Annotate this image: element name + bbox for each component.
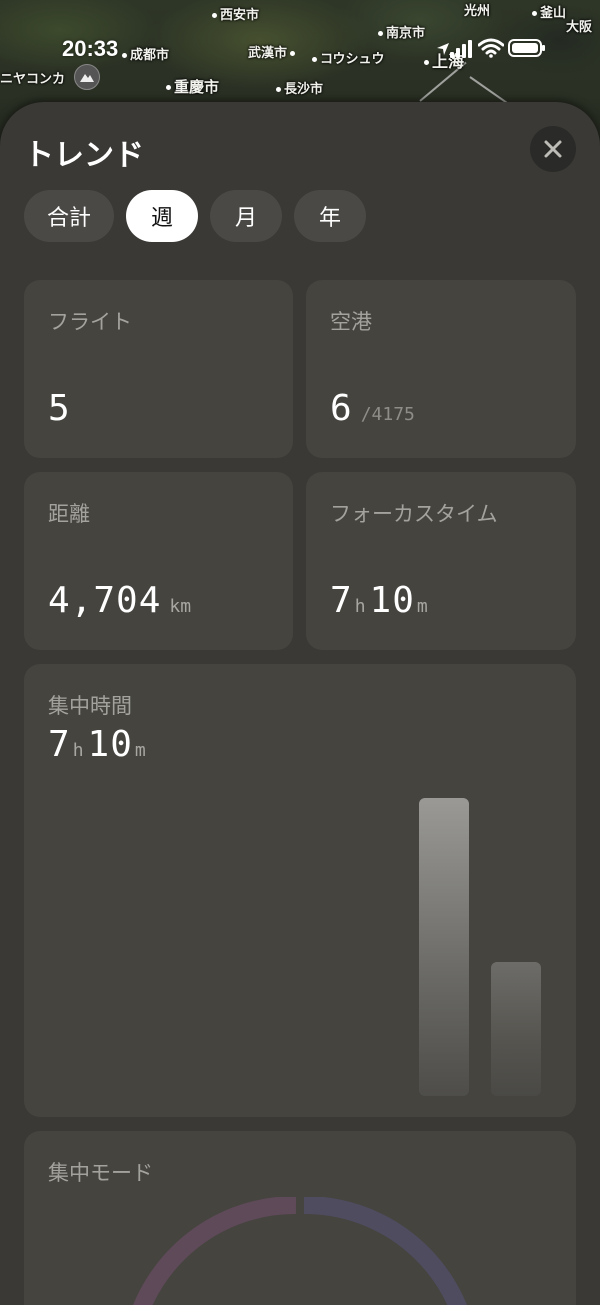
city-dot	[290, 51, 296, 56]
status-time: 20:33	[62, 36, 119, 61]
tab-total[interactable]: 合計	[24, 190, 115, 242]
map-label-busan[interactable]: 釜山	[532, 2, 566, 21]
flights-label: フライト	[48, 310, 132, 334]
focus-hours-hours: 7	[48, 724, 71, 765]
city-dot	[276, 87, 281, 92]
distance-card[interactable]: 距離 4,704 km	[24, 472, 293, 650]
tab-week[interactable]: 週	[126, 190, 199, 242]
flights-card[interactable]: フライト 5	[24, 280, 293, 458]
city-dot	[312, 57, 317, 62]
focus-time-card[interactable]: フォーカスタイム 7 h 10 m	[306, 472, 576, 650]
focus-hours-bar[interactable]	[419, 798, 469, 1096]
map-label-nanjing[interactable]: 南京市	[378, 22, 425, 41]
city-dot	[212, 13, 217, 18]
ring-segment-left	[133, 1197, 297, 1305]
airports-total: /4175	[360, 404, 415, 425]
status-icons	[436, 38, 556, 60]
map-label-hangzhou[interactable]: コウシュウ	[312, 48, 384, 67]
location-arrow-icon	[437, 43, 449, 55]
map-label-chengdu[interactable]: 成都市	[122, 44, 169, 63]
tab-year[interactable]: 年	[294, 190, 367, 242]
city-dot	[424, 60, 429, 65]
focus-hours-bar[interactable]	[491, 962, 541, 1096]
airports-label: 空港	[330, 310, 372, 334]
focus-hours-minutes: 10	[87, 724, 133, 765]
city-dot	[166, 85, 171, 90]
focus-time-label: フォーカスタイム	[330, 502, 498, 526]
focus-time-minutes: 10	[369, 580, 415, 621]
focus-mode-ring	[133, 1197, 467, 1305]
cellular-signal-icon	[450, 40, 472, 58]
period-tabs: 合計 週 月 年	[24, 190, 367, 242]
wifi-icon	[478, 38, 504, 58]
focus-time-hours: 7	[330, 580, 353, 621]
distance-label: 距離	[48, 502, 90, 526]
mountain-icon[interactable]	[74, 64, 100, 90]
map-label-guangzhou[interactable]: 光州	[464, 0, 490, 19]
map-label-nyainqentangla[interactable]: ニヤコンカ	[0, 68, 65, 87]
map-label-chongqing[interactable]: 重慶市	[166, 76, 219, 97]
city-dot	[532, 11, 537, 16]
flights-value: 5	[48, 388, 71, 429]
city-dot	[122, 53, 127, 58]
focus-time-hours-unit: h	[354, 596, 366, 617]
airports-card[interactable]: 空港 6 /4175	[306, 280, 576, 458]
focus-mode-card[interactable]: 集中モード	[24, 1131, 576, 1305]
focus-hours-card[interactable]: 集中時間 7 h 10 m	[24, 664, 576, 1117]
focus-mode-label: 集中モード	[48, 1161, 153, 1185]
sheet-title: トレンド	[24, 138, 144, 173]
focus-time-minutes-unit: m	[416, 596, 428, 617]
ring-segment-right	[303, 1197, 467, 1305]
close-icon	[544, 140, 562, 158]
distance-unit: km	[169, 596, 192, 617]
map-label-xian[interactable]: 西安市	[212, 4, 259, 23]
battery-icon	[508, 39, 545, 57]
focus-hours-label: 集中時間	[48, 694, 132, 718]
trends-sheet: トレンド 合計 週 月 年 フライト 5 空港 6 /4175 距離 4,704…	[0, 102, 600, 1305]
airports-value: 6	[330, 388, 353, 429]
map-label-wuhan[interactable]: 武漢市	[248, 42, 298, 61]
map-label-changsha[interactable]: 長沙市	[276, 78, 323, 97]
close-button[interactable]	[530, 126, 576, 172]
focus-hours-minutes-unit: m	[134, 740, 146, 761]
focus-hours-hours-unit: h	[72, 740, 84, 761]
distance-value: 4,704	[48, 580, 162, 621]
city-dot	[378, 31, 383, 36]
map-label-osaka[interactable]: 大阪	[566, 16, 592, 35]
tab-month[interactable]: 月	[210, 190, 283, 242]
